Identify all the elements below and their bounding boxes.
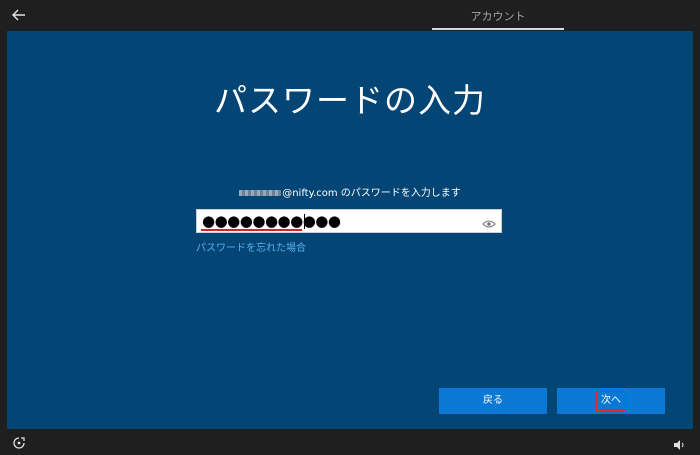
back-arrow-icon[interactable] — [8, 4, 30, 26]
bottom-bar — [0, 429, 700, 454]
redacted-username — [239, 190, 282, 196]
tab-account[interactable]: アカウント — [432, 0, 564, 31]
text-caret — [304, 214, 305, 229]
page-title: パスワードの入力 — [214, 81, 486, 120]
ease-of-access-icon[interactable] — [12, 435, 26, 449]
password-prompt: @nifty.com のパスワードを入力します — [7, 184, 693, 199]
next-button[interactable]: 次へ — [557, 388, 665, 414]
tab-active-indicator — [432, 28, 564, 30]
highlight-underline — [201, 229, 302, 231]
eye-icon[interactable] — [482, 215, 496, 228]
volume-icon[interactable] — [673, 436, 687, 450]
forgot-password-link[interactable]: パスワードを忘れた場合 — [196, 239, 306, 254]
top-bar: アカウント — [0, 0, 700, 31]
password-field[interactable]: ●●●●●●●●●●● — [196, 209, 502, 233]
password-prompt-text: @nifty.com のパスワードを入力します — [282, 188, 461, 199]
main-panel: パスワードの入力 @nifty.com のパスワードを入力します ●●●●●●●… — [7, 31, 693, 429]
next-button-label: 次へ — [596, 391, 626, 411]
tab-account-label: アカウント — [470, 10, 526, 23]
password-mask: ●●●●●●●●●●● — [202, 212, 341, 230]
back-button[interactable]: 戻る — [439, 388, 547, 414]
back-button-label: 戻る — [483, 395, 503, 406]
